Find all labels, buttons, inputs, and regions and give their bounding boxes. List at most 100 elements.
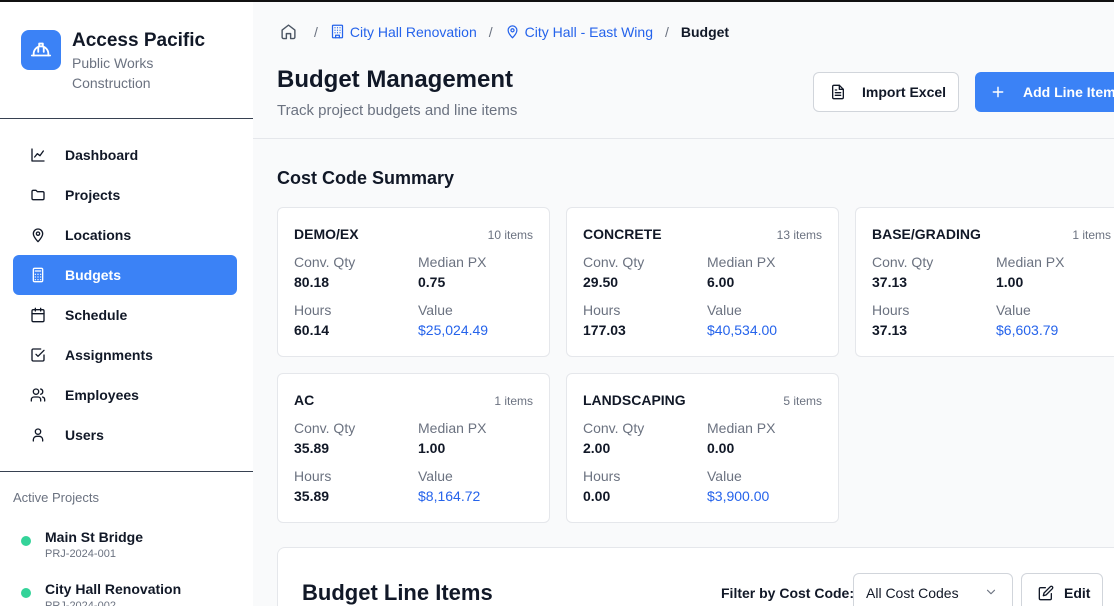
- breadcrumb-current: Budget: [680, 23, 730, 40]
- breadcrumb-project-link[interactable]: City Hall Renovation: [330, 24, 477, 40]
- px-label: Median PX: [707, 254, 776, 270]
- hard-hat-icon: [21, 30, 61, 70]
- status-dot: [21, 588, 31, 598]
- px-label: Median PX: [418, 420, 487, 436]
- hours-label: Hours: [294, 302, 332, 318]
- home-icon[interactable]: [280, 23, 302, 40]
- qty-label: Conv. Qty: [294, 254, 356, 270]
- page-subtitle: Track project budgets and line items: [277, 102, 518, 119]
- qty-value: 37.13: [872, 274, 908, 290]
- qty-label: Conv. Qty: [294, 420, 356, 436]
- brand-subtitle-line1: Public Works: [72, 55, 154, 71]
- breadcrumb-project-label: City Hall Renovation: [349, 23, 477, 40]
- header-divider: [253, 138, 1114, 139]
- value-label: Value: [707, 468, 742, 484]
- budget-line-items-panel: Budget Line Items Filter by Cost Code: A…: [277, 547, 1114, 606]
- check-square-icon: [30, 347, 46, 363]
- project-name: City Hall Renovation: [45, 581, 182, 597]
- value-amount: $40,534.00: [707, 322, 778, 338]
- sidebar-item-assignments[interactable]: Assignments: [13, 335, 237, 375]
- hours-value: 60.14: [294, 322, 330, 338]
- cost-code-card: LANDSCAPING 5 items Conv. Qty 2.00 Media…: [566, 373, 839, 523]
- sidebar-item-budgets[interactable]: Budgets: [13, 255, 237, 295]
- line-items-title: Budget Line Items: [302, 580, 493, 605]
- plus-icon: [991, 85, 1005, 99]
- breadcrumb-location-link[interactable]: City Hall - East Wing: [505, 24, 653, 40]
- sidebar-item-users[interactable]: Users: [13, 415, 237, 455]
- hours-value: 37.13: [872, 322, 908, 338]
- qty-value: 35.89: [294, 440, 330, 456]
- value-amount: $8,164.72: [418, 488, 481, 504]
- status-dot: [21, 536, 31, 546]
- px-value: 0.00: [707, 440, 735, 456]
- value-label: Value: [418, 302, 453, 318]
- main-content: / City Hall Renovation / City Hall - Eas…: [253, 2, 1114, 606]
- item-count: 10 items: [487, 228, 533, 242]
- active-projects-title: Active Projects: [13, 490, 99, 505]
- page-title: Budget Management: [277, 66, 514, 93]
- hours-value: 0.00: [583, 488, 611, 504]
- sidebar: Access Pacific Public Works Construction…: [0, 2, 253, 606]
- hours-label: Hours: [583, 468, 621, 484]
- sidebar-item-dashboard[interactable]: Dashboard: [13, 135, 237, 175]
- active-project-item[interactable]: City Hall Renovation PRJ-2024-002: [21, 580, 181, 606]
- qty-label: Conv. Qty: [872, 254, 934, 270]
- sidebar-item-locations[interactable]: Locations: [13, 215, 237, 255]
- sidebar-divider: [0, 471, 253, 472]
- add-line-item-label: Add Line Item: [1023, 84, 1114, 100]
- px-value: 6.00: [707, 274, 735, 290]
- cost-code-card: CONCRETE 13 items Conv. Qty 29.50 Median…: [566, 207, 839, 357]
- item-count: 5 items: [783, 394, 822, 408]
- file-text-icon: [830, 84, 846, 100]
- item-count: 1 items: [1072, 228, 1111, 242]
- px-value: 0.75: [418, 274, 446, 290]
- sidebar-item-employees[interactable]: Employees: [13, 375, 237, 415]
- chevron-down-icon: [984, 585, 998, 602]
- hours-value: 177.03: [583, 322, 626, 338]
- sidebar-item-label: Users: [65, 427, 104, 443]
- map-pin-icon: [507, 25, 518, 39]
- import-excel-button[interactable]: Import Excel: [813, 72, 959, 112]
- cost-code-card: BASE/GRADING 1 items Conv. Qty 37.13 Med…: [855, 207, 1114, 357]
- edit-button[interactable]: Edit: [1021, 573, 1103, 606]
- sidebar-item-label: Dashboard: [65, 147, 139, 163]
- px-value: 1.00: [996, 274, 1024, 290]
- calculator-icon: [30, 267, 46, 283]
- sidebar-item-label: Schedule: [65, 307, 128, 323]
- project-code: PRJ-2024-001: [45, 548, 116, 560]
- value-amount: $25,024.49: [418, 322, 489, 338]
- building-icon: [331, 24, 344, 39]
- qty-value: 2.00: [583, 440, 611, 456]
- qty-value: 29.50: [583, 274, 619, 290]
- add-line-item-button[interactable]: Add Line Item: [975, 72, 1114, 112]
- breadcrumb-separator: /: [488, 23, 493, 40]
- sidebar-item-schedule[interactable]: Schedule: [13, 295, 237, 335]
- brand-name: Access Pacific: [72, 30, 206, 51]
- edit-icon: [1038, 585, 1054, 601]
- filter-selected-value: All Cost Codes: [866, 585, 959, 601]
- breadcrumb-location-label: City Hall - East Wing: [524, 23, 653, 40]
- cost-code: DEMO/EX: [294, 226, 359, 242]
- section-title: Cost Code Summary: [277, 168, 455, 188]
- sidebar-item-label: Budgets: [65, 267, 121, 283]
- sidebar-item-label: Assignments: [65, 347, 153, 363]
- cost-code: AC: [294, 392, 315, 408]
- brand-subtitle-line2: Construction: [72, 75, 151, 91]
- sidebar-item-label: Employees: [65, 387, 139, 403]
- cost-code: BASE/GRADING: [872, 226, 981, 242]
- px-label: Median PX: [996, 254, 1065, 270]
- filter-label: Filter by Cost Code:: [721, 585, 855, 601]
- item-count: 1 items: [494, 394, 533, 408]
- value-amount: $3,900.00: [707, 488, 770, 504]
- sidebar-item-projects[interactable]: Projects: [13, 175, 237, 215]
- folder-icon: [30, 187, 46, 203]
- hours-label: Hours: [872, 302, 910, 318]
- map-pin-icon: [30, 227, 46, 243]
- cost-code-card: DEMO/EX 10 items Conv. Qty 80.18 Median …: [277, 207, 550, 357]
- active-project-item[interactable]: Main St Bridge PRJ-2024-001: [21, 528, 143, 562]
- item-count: 13 items: [776, 228, 822, 242]
- sidebar-nav: Dashboard Projects Locations Budgets Sch…: [13, 135, 237, 455]
- edit-label: Edit: [1064, 585, 1091, 601]
- px-value: 1.00: [418, 440, 446, 456]
- cost-code-filter-select[interactable]: All Cost Codes: [853, 573, 1013, 606]
